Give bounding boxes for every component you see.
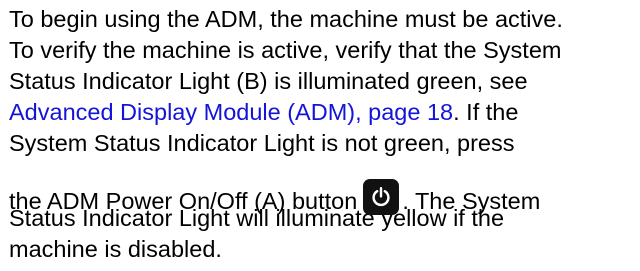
power-icon (363, 179, 400, 215)
text-line-2: To verify the machine is active, verify … (9, 37, 562, 63)
text-line-4-tail: . If the (453, 99, 519, 125)
text-line-1: To begin using the ADM, the machine must… (9, 6, 563, 32)
adm-section-link[interactable]: Advanced Display Module (ADM), page 18 (9, 99, 453, 125)
text-line-3: Status Indicator Light (B) is illuminate… (9, 68, 528, 94)
text-line-5: System Status Indicator Light is not gre… (9, 130, 515, 156)
text-line-6-tail: . The System (402, 188, 541, 214)
text-line-6-head: the ADM Power On/Off (A) button (9, 188, 358, 214)
text-line-8: machine is disabled. (9, 236, 222, 262)
text-line-4: Advanced Display Module (ADM), page 18. … (9, 97, 639, 128)
text-line-6: the ADM Power On/Off (A) button . The Sys… (9, 159, 639, 215)
instruction-paragraph: To begin using the ADM, the machine must… (9, 4, 639, 265)
text-line-6-content: the ADM Power On/Off (A) button . The Sys… (9, 179, 540, 215)
